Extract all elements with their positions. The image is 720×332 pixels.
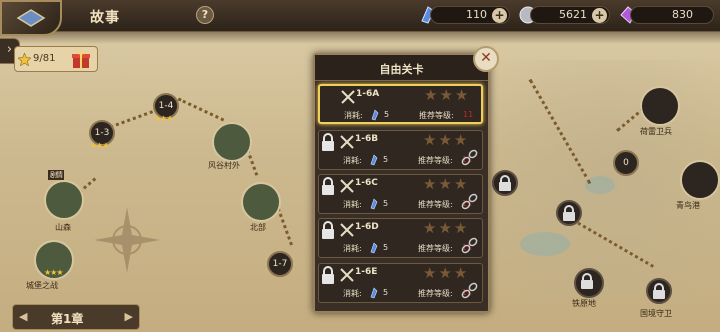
popup-header: 自由关卡 xyxy=(315,55,488,81)
lock-icon xyxy=(322,177,334,195)
city-label: 国境守卫 xyxy=(640,309,672,318)
cost-label: 消耗: xyxy=(344,111,363,120)
locked-stage-node[interactable] xyxy=(574,268,604,298)
gems-counter: 830 xyxy=(630,6,714,24)
stage-node-stars: ★★★ xyxy=(90,141,109,150)
map-edge-shadow xyxy=(0,30,720,44)
star-progress[interactable]: 9/81 xyxy=(14,46,98,72)
gems-value: 830 xyxy=(672,8,693,21)
cost-value: 5 xyxy=(383,199,389,208)
city-label: 荷雷卫兵 xyxy=(640,127,672,136)
stage-node[interactable]: 1-7 xyxy=(267,251,293,277)
recommended-level-label: 推荐等级: xyxy=(418,156,453,165)
cost-value: 5 xyxy=(384,110,390,119)
gift-box-icon[interactable] xyxy=(71,50,91,69)
stage-name: 1-6E xyxy=(355,267,378,277)
help-button[interactable]: ? xyxy=(196,6,214,24)
stage-name: 1-6B xyxy=(355,134,379,144)
back-button[interactable] xyxy=(0,0,62,36)
cost-label: 消耗: xyxy=(343,200,362,209)
crossed-swords-icon xyxy=(341,90,355,104)
lock-icon xyxy=(322,221,334,239)
back-arrow-icon xyxy=(16,9,46,27)
page-title: 故事 xyxy=(90,10,120,26)
chain-icon xyxy=(461,282,478,299)
crossed-swords-icon xyxy=(340,223,354,237)
stage-row[interactable]: 1-6E ★★★ 消耗: 5 推荐等级: 11 xyxy=(318,263,483,303)
stage-row[interactable]: 1-6C ★★★ 消耗: 5 推荐等级: 11 xyxy=(318,174,483,214)
recommended-level-label: 推荐等级: xyxy=(418,244,453,253)
city-label: 铁原地 xyxy=(572,299,596,308)
compass-rose-icon xyxy=(94,207,160,273)
locked-stage-node[interactable] xyxy=(646,278,672,304)
cost-label: 消耗: xyxy=(343,244,362,253)
cost-value: 5 xyxy=(383,155,389,164)
stage-node[interactable]: 0 xyxy=(613,150,639,176)
stage-node-stars: ★★★ xyxy=(44,268,63,277)
add-stamina-button[interactable]: + xyxy=(492,8,507,23)
recommended-level-label: 推荐等级: xyxy=(418,289,453,298)
blue-crystal-icon xyxy=(370,242,378,254)
cost-value: 5 xyxy=(383,243,389,252)
cost-label: 消耗: xyxy=(343,156,362,165)
stamina-counter: 110 + xyxy=(430,6,510,24)
star-icon xyxy=(18,53,31,66)
city-node[interactable] xyxy=(212,122,252,162)
recommended-level-label: 推荐等级: xyxy=(418,200,453,209)
popup-title: 自由关卡 xyxy=(379,63,424,76)
lock-icon xyxy=(322,133,334,151)
city-label: 城堡之战 xyxy=(26,281,58,290)
chapter-selector: ◀ 第1章 ▶ xyxy=(12,304,140,330)
chain-icon xyxy=(461,237,478,254)
city-node[interactable] xyxy=(44,180,84,220)
recommended-level-value: 11 xyxy=(463,110,474,119)
recommended-level-label: 推荐等级: xyxy=(419,111,454,120)
cost-label: 消耗: xyxy=(343,289,362,298)
add-gold-button[interactable]: + xyxy=(592,8,607,23)
prev-chapter-button[interactable]: ◀ xyxy=(19,310,27,323)
stage-row[interactable]: 1-6A ★★★ 消耗: 5 推荐等级: 11 xyxy=(318,84,483,124)
blue-crystal-icon xyxy=(370,198,378,210)
city-node[interactable] xyxy=(241,182,281,222)
cost-value: 5 xyxy=(383,288,389,297)
crossed-swords-icon xyxy=(340,135,354,149)
stamina-value: 110 xyxy=(466,8,487,21)
star-count: 9/81 xyxy=(33,53,56,64)
gold-counter: 5621 + xyxy=(530,6,610,24)
city-label: 北部 xyxy=(250,223,266,232)
chain-icon xyxy=(461,149,478,166)
city-node[interactable] xyxy=(680,160,720,200)
close-button[interactable]: ✕ xyxy=(473,46,499,72)
stage-row[interactable]: 1-6D ★★★ 消耗: 5 推荐等级: 11 xyxy=(318,218,483,258)
chain-icon xyxy=(461,193,478,210)
blue-crystal-icon xyxy=(370,154,378,166)
lock-icon xyxy=(322,266,334,284)
locked-stage-node[interactable] xyxy=(556,200,582,226)
blue-crystal-icon xyxy=(370,287,378,299)
stage-stars: ★★★ xyxy=(424,86,471,104)
crossed-swords-icon xyxy=(340,179,354,193)
city-label: 山森 xyxy=(55,223,71,232)
stage-row[interactable]: 1-6B ★★★ 消耗: 5 推荐等级: 11 xyxy=(318,130,483,170)
city-node[interactable] xyxy=(640,86,680,126)
next-chapter-button[interactable]: ▶ xyxy=(125,310,133,323)
locked-stage-node[interactable] xyxy=(492,170,518,196)
blue-crystal-icon xyxy=(371,109,379,121)
gold-value: 5621 xyxy=(559,8,587,21)
free-stage-popup: 自由关卡 1-6A ★★★ 消耗: 5 推荐等级: 11 1-6B ★★★ 消耗: 5 推荐等级: 1… xyxy=(313,53,490,313)
chapter-label: 第1章 xyxy=(51,312,84,326)
crossed-swords-icon xyxy=(340,268,354,282)
story-tag: 剧情 xyxy=(48,170,64,180)
stage-name: 1-6D xyxy=(355,222,379,232)
city-label: 风谷村外 xyxy=(208,161,240,170)
stage-node-stars: ★★★ xyxy=(154,114,173,123)
lake xyxy=(520,232,570,256)
city-label: 青鸟港 xyxy=(676,201,700,210)
stage-name: 1-6C xyxy=(355,178,378,188)
stage-name: 1-6A xyxy=(356,89,380,99)
